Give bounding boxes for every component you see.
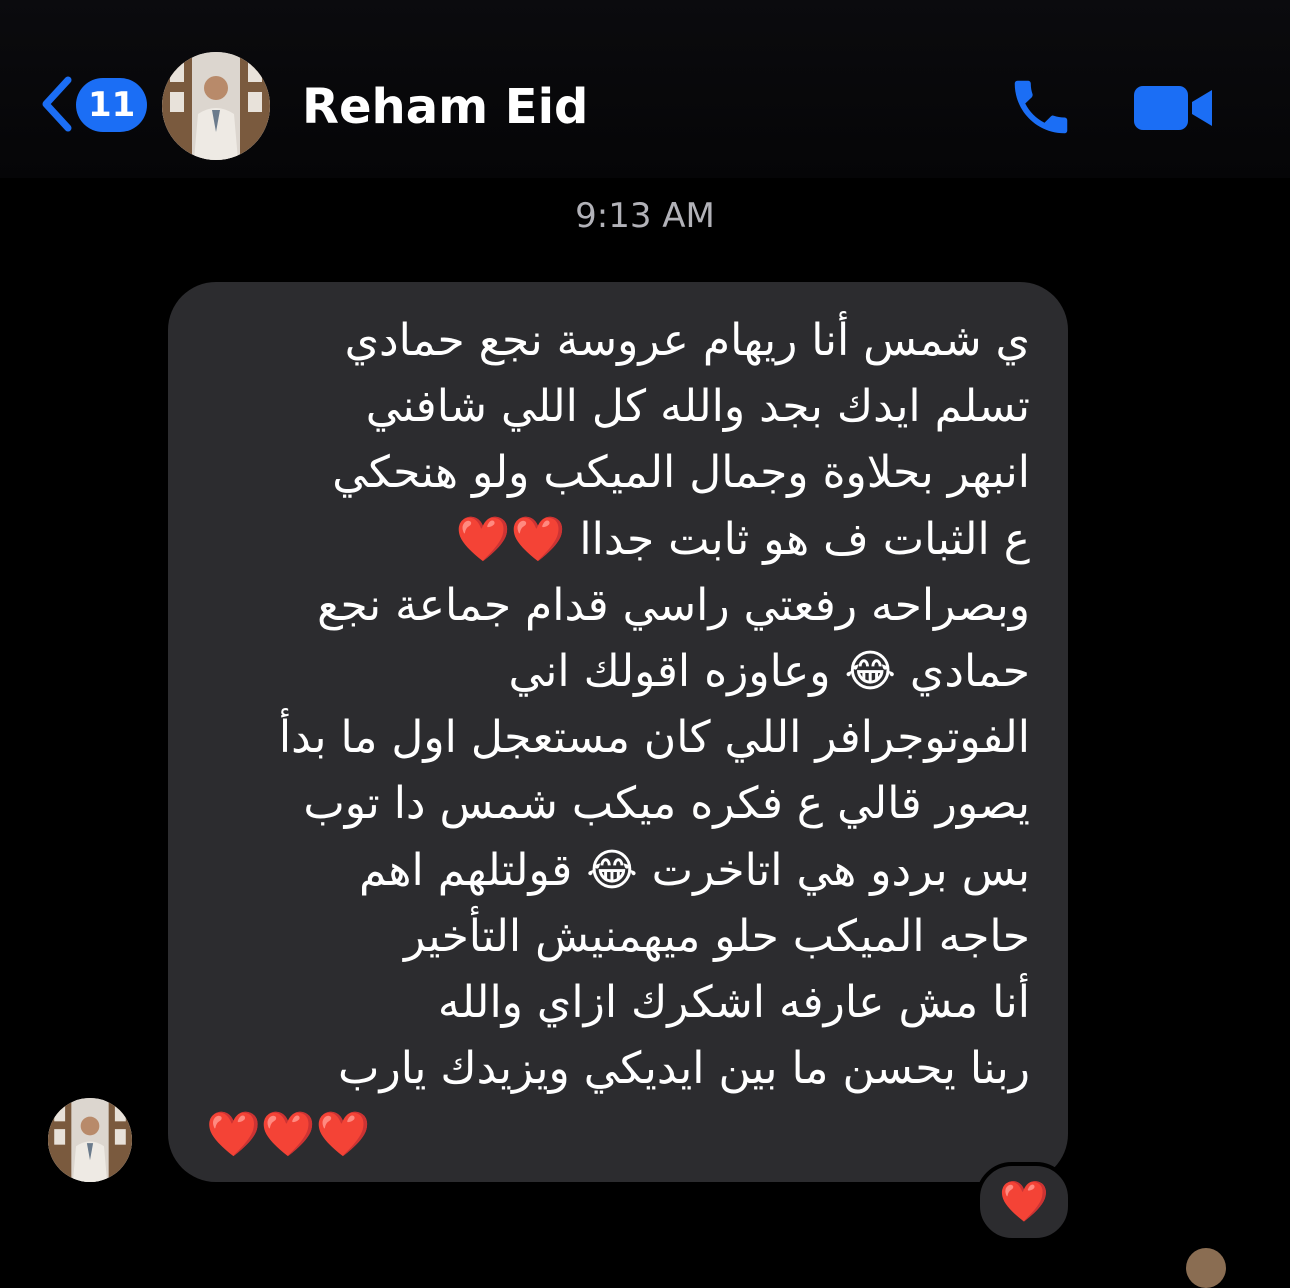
sender-avatar[interactable] — [48, 1098, 132, 1182]
message-line: بس بردو هي اتاخرت 😂 قولتلهم اهم — [359, 844, 1030, 896]
message-line: ي شمس أنا ريهام عروسة نجع حمادي — [344, 315, 1030, 366]
heart-reaction[interactable]: ❤️ — [976, 1162, 1072, 1242]
message-line: انبهر بحلاوة وجمال الميكب ولو هنحكي — [332, 447, 1030, 499]
read-receipt-avatar — [1186, 1248, 1226, 1288]
chevron-left-icon — [42, 76, 72, 132]
message-line: وبصراحه رفعتي راسي قدام جماعة نجع — [317, 579, 1030, 631]
message-line: ع الثبات ف هو ثابت جداا ❤️❤️ — [455, 513, 1030, 565]
person-photo-icon — [48, 1098, 132, 1182]
unread-count-badge: 11 — [76, 78, 148, 132]
message-line: أنا مش عارفه اشكرك ازاي والله — [437, 977, 1030, 1029]
contact-name[interactable]: Reham Eid — [302, 76, 588, 138]
chat-header: 11 Reham Eid — [0, 0, 1290, 178]
message-line: ربنا يحسن ما بين ايديكي ويزيدك يارب — [338, 1043, 1030, 1095]
message-line: تسلم ايدك بجد والله كل اللي شافني — [365, 381, 1030, 433]
person-photo-icon — [162, 52, 270, 160]
message-line: حمادي 😂 وعاوزه اقولك اني — [508, 646, 1030, 698]
message-timestamp: 9:13 AM — [575, 196, 715, 236]
message-line: يصور قالي ع فكره ميكب شمس دا توب — [303, 778, 1030, 830]
video-call-button[interactable] — [1132, 80, 1216, 136]
message-line: حاجه الميكب حلو ميهمنيش التأخير — [404, 910, 1030, 962]
phone-icon — [1014, 80, 1068, 134]
message-bubble[interactable]: ي شمس أنا ريهام عروسة نجع حمادي تسلم ايد… — [168, 282, 1068, 1182]
voice-call-button[interactable] — [1006, 72, 1076, 142]
message-line: ❤️❤️❤️ — [206, 1109, 371, 1161]
message-text: ي شمس أنا ريهام عروسة نجع حمادي تسلم ايد… — [206, 308, 1030, 1169]
video-camera-icon — [1134, 86, 1212, 130]
message-line: الفوتوجرافر اللي كان مستعجل اول ما بدأ — [278, 712, 1030, 764]
contact-avatar[interactable] — [162, 52, 270, 160]
